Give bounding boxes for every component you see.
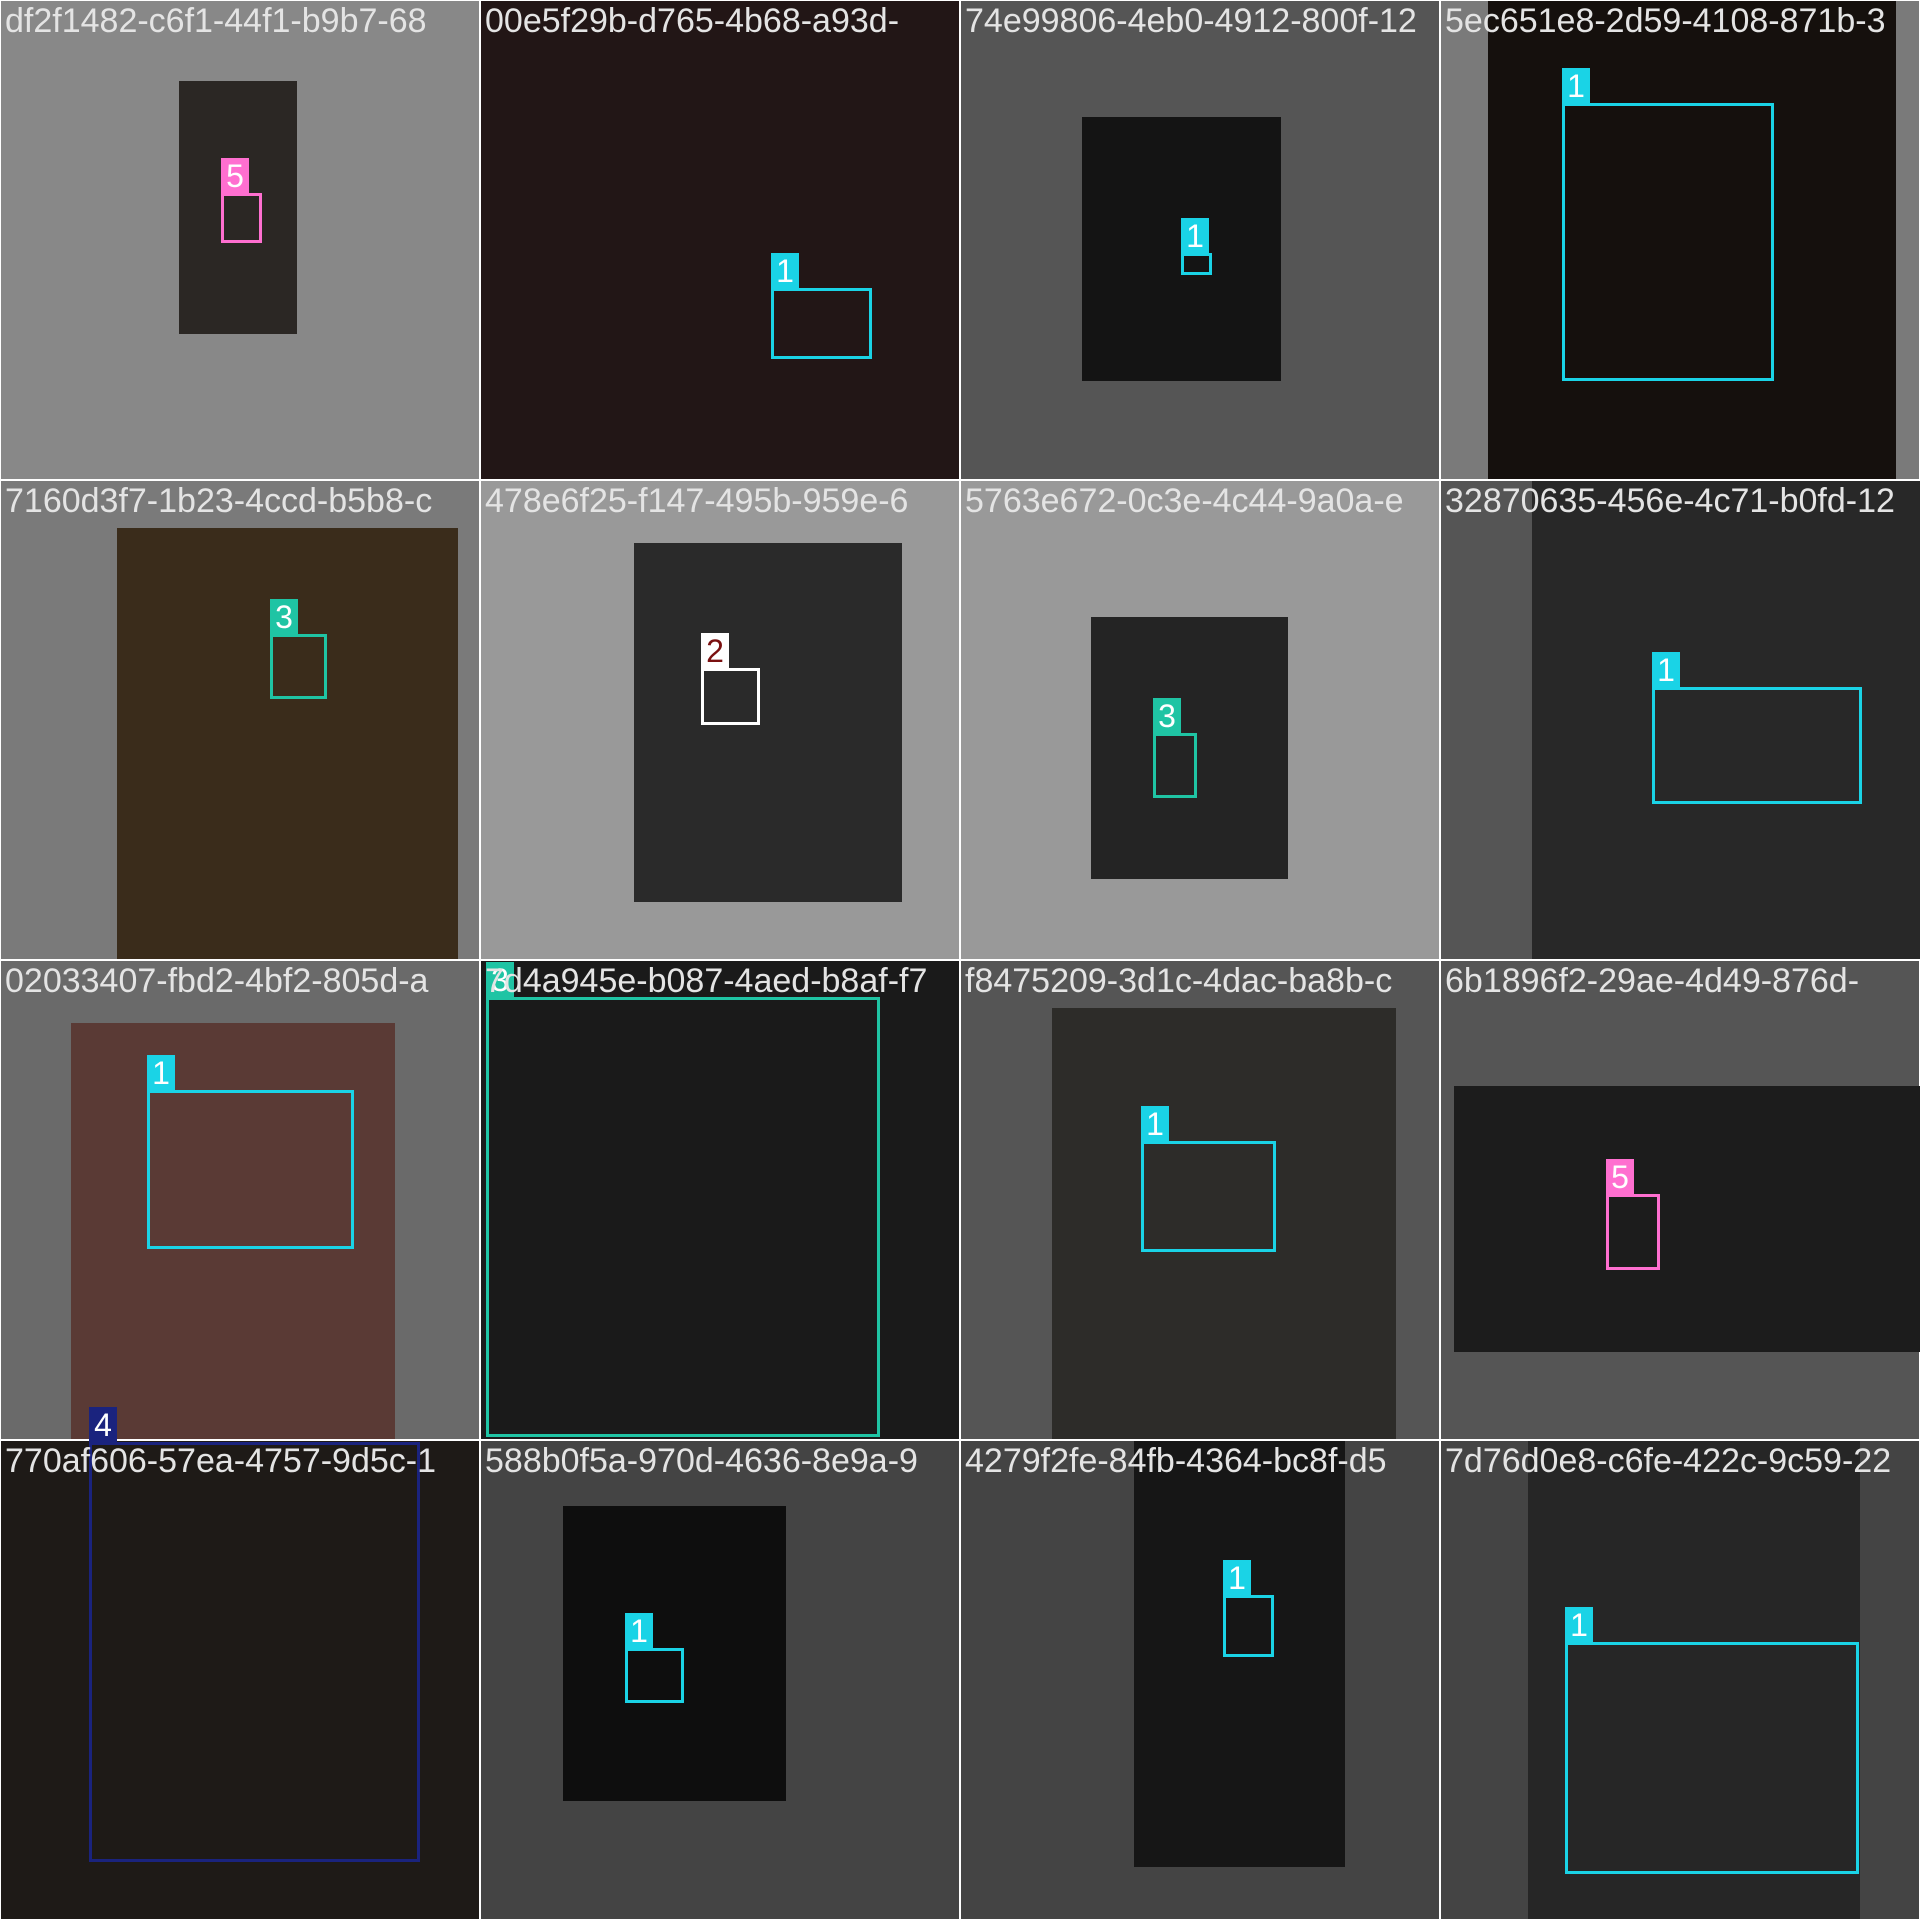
mosaic-grid: 5 df2f1482-c6f1-44f1-b9b7-68 1 00e5f29b-d76… (0, 0, 1920, 1920)
mosaic-tile: 1 00e5f29b-d765-4b68-a93d- (481, 1, 959, 479)
bounding-box: 2 (701, 633, 760, 725)
bounding-box: 4 (89, 1407, 420, 1862)
bounding-box: 3 (270, 599, 327, 699)
class-label: 1 (1141, 1106, 1169, 1142)
bounding-box: 3 (1153, 698, 1197, 798)
mosaic-tile: 3 7d4a945e-b087-4aed-b8af-f7 (481, 961, 959, 1439)
mosaic-tile: 1 7d76d0e8-c6fe-422c-9c59-22 (1441, 1441, 1919, 1919)
class-label: 1 (147, 1055, 175, 1091)
bounding-box: 1 (1652, 652, 1862, 804)
mosquito-photo (634, 543, 902, 902)
bounding-box: 1 (625, 1613, 684, 1703)
bounding-box: 1 (771, 253, 872, 359)
mosaic-tile: 1 02033407-fbd2-4bf2-805d-a (1, 961, 479, 1439)
bounding-box: 1 (1223, 1560, 1274, 1657)
class-label: 1 (1223, 1560, 1251, 1596)
mosaic-tile: 2 478e6f25-f147-495b-959e-6 (481, 481, 959, 959)
class-label: 4 (89, 1407, 117, 1443)
class-label: 3 (486, 962, 514, 998)
mosaic-tile: 5 6b1896f2-29ae-4d49-876d- (1441, 961, 1920, 1439)
mosaic-tile: 4 770af606-57ea-4757-9d5c-1 (1, 1407, 479, 1919)
mosaic-tile: 1 74e99806-4eb0-4912-800f-12 (961, 1, 1439, 479)
bounding-box: 3 (486, 962, 880, 1437)
mosaic-tile: 5 df2f1482-c6f1-44f1-b9b7-68 (1, 1, 479, 479)
mosaic-tile: 1 f8475209-3d1c-4dac-ba8b-c (961, 961, 1439, 1439)
bounding-box: 5 (221, 158, 262, 243)
class-label: 1 (1562, 68, 1590, 104)
bounding-box: 1 (1562, 68, 1774, 381)
bounding-box: 1 (1181, 218, 1212, 275)
mosaic-tile: 3 5763e672-0c3e-4c44-9a0a-e (961, 481, 1439, 959)
class-label: 1 (771, 253, 799, 289)
bounding-box: 1 (1141, 1106, 1276, 1252)
class-label: 3 (270, 599, 298, 635)
class-label: 1 (1181, 218, 1209, 254)
mosaic-tile: 1 5ec651e8-2d59-4108-871b-3 (1441, 1, 1919, 479)
mosquito-photo (481, 1, 959, 479)
class-label: 2 (701, 633, 729, 669)
class-label: 3 (1153, 698, 1181, 734)
mosquito-photo (117, 528, 458, 959)
class-label: 1 (625, 1613, 653, 1649)
mosaic-tile: 1 4279f2fe-84fb-4364-bc8f-d5 (961, 1441, 1439, 1919)
class-label: 1 (1652, 652, 1680, 688)
class-label: 5 (1606, 1159, 1634, 1195)
mosaic-tile: 1 588b0f5a-970d-4636-8e9a-9 (481, 1441, 959, 1919)
mosquito-photo (1454, 1086, 1920, 1352)
class-label: 5 (221, 158, 249, 194)
bounding-box: 1 (147, 1055, 354, 1249)
class-label: 1 (1565, 1607, 1593, 1643)
bounding-box: 1 (1565, 1607, 1859, 1874)
mosaic-tile: 1 32870635-456e-4c71-b0fd-12 (1441, 481, 1920, 959)
mosaic-tile: 3 7160d3f7-1b23-4ccd-b5b8-c (1, 481, 479, 959)
bounding-box: 5 (1606, 1159, 1660, 1270)
